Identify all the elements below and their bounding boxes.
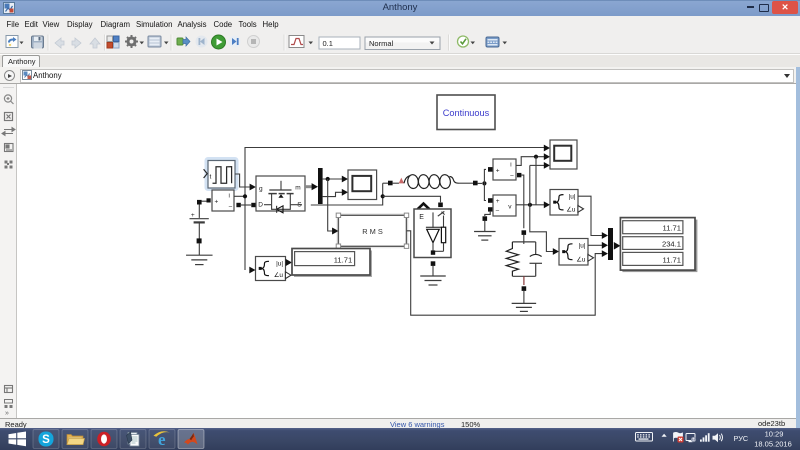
svg-text:|u|: |u| [579, 243, 586, 250]
svg-text:m: m [295, 185, 300, 192]
svg-text:i: i [229, 193, 230, 200]
svg-text:+: + [191, 212, 195, 219]
svg-text:РУС: РУС [734, 434, 749, 443]
svg-text:g: g [259, 186, 263, 193]
svg-text:+: + [215, 199, 219, 206]
svg-text:11.71: 11.71 [663, 224, 681, 233]
svg-text:∠u: ∠u [274, 272, 284, 279]
svg-text:S: S [42, 434, 50, 446]
svg-text:R M S: R M S [362, 227, 383, 236]
svg-text:Continuous: Continuous [443, 108, 490, 118]
svg-text:11.71: 11.71 [334, 255, 352, 264]
svg-text:+: + [496, 198, 500, 205]
svg-text:+: + [496, 167, 500, 174]
svg-text:E: E [419, 214, 424, 221]
svg-text:234.1: 234.1 [662, 240, 681, 249]
svg-text:D: D [258, 202, 263, 209]
svg-text:i: i [510, 161, 511, 168]
svg-text:∠u: ∠u [566, 206, 576, 213]
svg-text:|u|: |u| [569, 194, 576, 201]
svg-text:10:29: 10:29 [765, 430, 784, 439]
svg-text:∠u: ∠u [576, 256, 586, 263]
svg-text:18.05.2016: 18.05.2016 [754, 440, 792, 449]
svg-text:|u|: |u| [276, 261, 283, 268]
svg-text:11.71: 11.71 [663, 255, 681, 264]
svg-text:t: t [210, 174, 212, 181]
